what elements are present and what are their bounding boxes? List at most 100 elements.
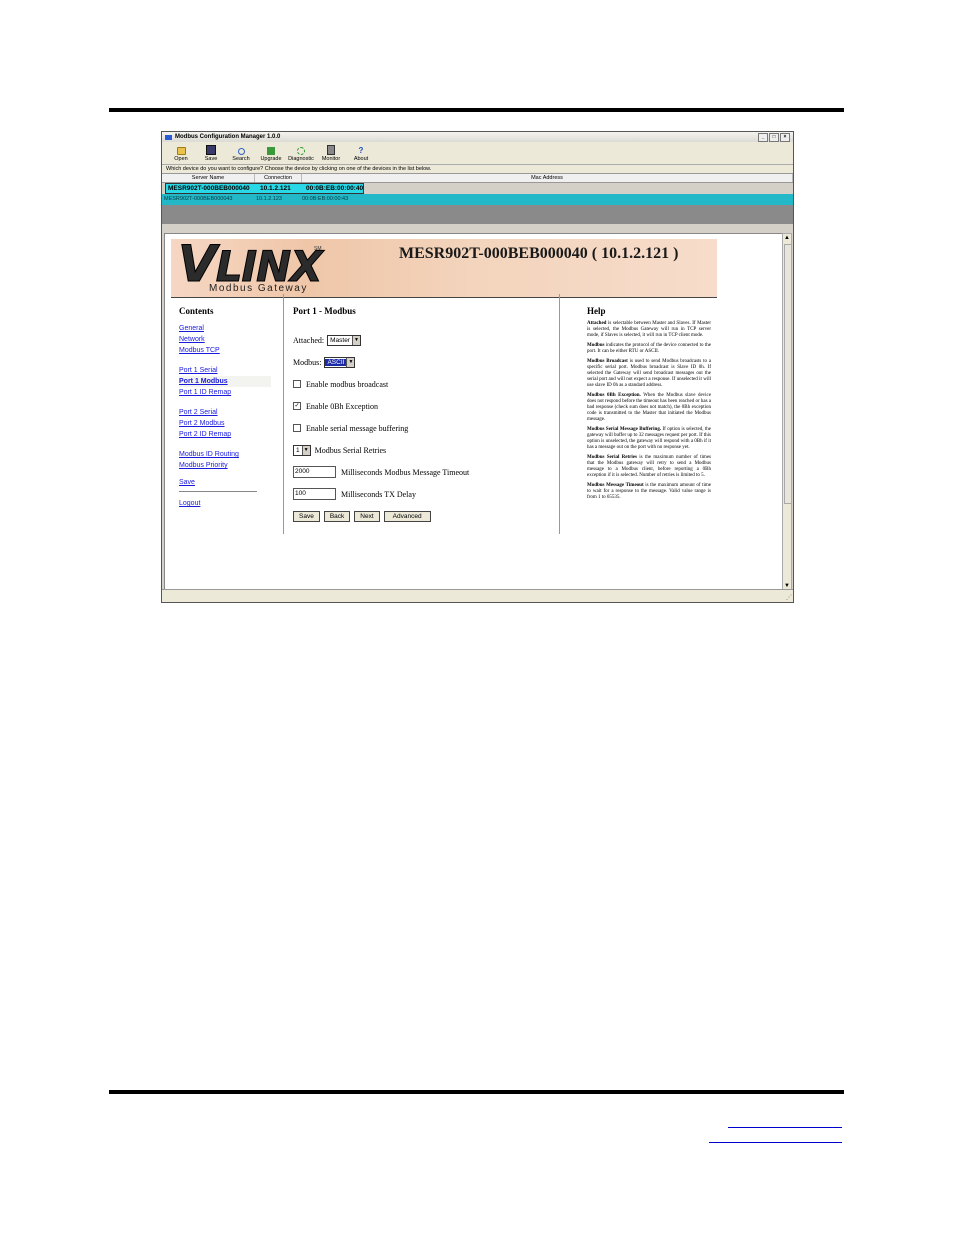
diagnostic-button[interactable]: Diagnostic <box>286 147 316 164</box>
buffering-checkbox[interactable] <box>293 424 301 432</box>
contents-heading: Contents <box>179 306 214 316</box>
nav-port2-serial[interactable]: Port 2 Serial <box>179 407 271 418</box>
contents-nav: Contents General Network Modbus TCP Port… <box>179 306 271 509</box>
chevron-down-icon: ▼ <box>351 335 360 345</box>
column-server-name[interactable]: Server Name <box>162 174 255 182</box>
diagnostic-label: Diagnostic <box>288 156 314 162</box>
form-buttons: Save Back Next Advanced <box>293 511 553 522</box>
device-name: MESR902T-000BEB000040 <box>168 185 250 192</box>
help-buffering: Modbus Serial Message Buffering. If opti… <box>587 427 712 450</box>
upgrade-label: Upgrade <box>260 156 282 162</box>
advanced-button[interactable]: Advanced <box>383 511 431 522</box>
timeout-input[interactable]: 2000 <box>293 466 336 478</box>
upgrade-button[interactable]: Upgrade <box>256 147 286 164</box>
device-table-header: Server Name Connection Mac Address <box>162 173 793 183</box>
modbus-select[interactable]: ASCII ▼ <box>324 356 356 368</box>
column-mac-address[interactable]: Mac Address <box>302 174 793 182</box>
open-button[interactable]: Open <box>166 147 196 164</box>
help-timeout: Modbus Message Timeout is the maximum am… <box>587 483 711 500</box>
save-toolbar-button[interactable]: Save <box>196 145 226 164</box>
nav-port2-modbus[interactable]: Port 2 Modbus <box>179 418 271 429</box>
device-name: MESR902T-000BEB000043 <box>164 196 233 202</box>
scroll-up-icon[interactable]: ▲ <box>783 234 791 242</box>
help-attached: Attached is selectable between Master an… <box>587 321 711 338</box>
title-bar: Modbus Configuration Manager 1.0.0 _ □ × <box>162 132 793 142</box>
open-label: Open <box>174 156 188 162</box>
maximize-button[interactable]: □ <box>769 132 779 142</box>
save-button[interactable]: Save <box>293 511 320 522</box>
device-connection: 10.1.2.121 <box>260 185 291 192</box>
scroll-thumb[interactable] <box>784 244 792 504</box>
top-rule <box>109 108 844 112</box>
chevron-down-icon: ▼ <box>301 445 310 455</box>
retries-label: Modbus Serial Retries <box>314 445 387 455</box>
folder-icon <box>176 147 186 155</box>
attached-select[interactable]: Master ▼ <box>327 334 361 346</box>
upgrade-icon <box>267 147 275 155</box>
back-button[interactable]: Back <box>323 511 351 522</box>
resize-grip-icon[interactable]: ⋰ <box>786 594 792 601</box>
nav-save[interactable]: Save <box>179 477 271 488</box>
toolbar: Open Save Search Upgrade Diagnostic Moni… <box>162 142 793 165</box>
save-label: Save <box>204 156 218 162</box>
minimize-button[interactable]: _ <box>758 132 768 142</box>
footer-link[interactable] <box>728 1127 842 1128</box>
nav-port1-modbus[interactable]: Port 1 Modbus <box>179 376 271 387</box>
nav-port1-serial[interactable]: Port 1 Serial <box>179 365 271 376</box>
form-heading: Port 1 - Modbus <box>293 306 356 316</box>
device-mac: 00:0B:EB:00:00:40 <box>306 185 364 192</box>
device-prompt: Which device do you want to configure? C… <box>162 165 793 173</box>
modbus-label: Modbus: <box>293 357 322 367</box>
logo-subtitle: Modbus Gateway <box>209 283 308 294</box>
timeout-label: Milliseconds Modbus Message Timeout <box>341 467 470 477</box>
nav-port1-id-remap[interactable]: Port 1 ID Remap <box>179 387 271 398</box>
device-list-empty-area <box>162 205 793 224</box>
search-button[interactable]: Search <box>226 148 256 164</box>
column-divider <box>283 294 284 534</box>
disk-icon <box>206 145 216 155</box>
monitor-label: Monitor <box>321 156 341 162</box>
buffering-label: Enable serial message buffering <box>306 423 409 433</box>
antenna-icon <box>297 147 305 155</box>
broadcast-checkbox[interactable] <box>293 380 301 388</box>
help-retries: Modbus Serial Retries is the maximum num… <box>587 455 711 478</box>
port1-modbus-form: Port 1 - Modbus Attached: Master ▼ Modbus… <box>293 306 553 522</box>
device-connection: 10.1.2.123 <box>256 196 282 202</box>
attached-value: Master <box>330 336 350 344</box>
about-button[interactable]: ? About <box>346 147 376 164</box>
txdelay-label: Milliseconds TX Delay <box>341 489 416 499</box>
browser-pane: VLINX SM Modbus Gateway MESR902T-000BEB0… <box>164 233 784 593</box>
device-row[interactable]: MESR902T-000BEB000043 10.1.2.123 00:0B:E… <box>162 194 793 205</box>
chevron-down-icon: ▼ <box>346 357 355 367</box>
nav-modbus-id-routing[interactable]: Modbus ID Routing <box>179 449 271 460</box>
exception-label: Enable 0Bh Exception <box>306 401 378 411</box>
column-divider <box>559 294 560 534</box>
footer-link[interactable] <box>709 1142 842 1143</box>
nav-modbus-tcp[interactable]: Modbus TCP <box>179 345 271 356</box>
help-broadcast: Modbus Broadcast is used to send Modbus … <box>587 359 711 388</box>
retries-select[interactable]: 1 ▼ <box>293 444 311 456</box>
device-row-selected[interactable]: MESR902T-000BEB000040 10.1.2.121 00:0B:E… <box>165 183 365 194</box>
nav-network[interactable]: Network <box>179 334 271 345</box>
nav-port2-id-remap[interactable]: Port 2 ID Remap <box>179 429 271 440</box>
retries-value: 1 <box>296 446 300 454</box>
nav-general[interactable]: General <box>179 323 271 334</box>
help-exception: Modbus 0Bh Exception. When the Modbus sl… <box>587 393 711 422</box>
nav-modbus-priority[interactable]: Modbus Priority <box>179 460 271 471</box>
txdelay-input[interactable]: 100 <box>293 488 336 500</box>
help-modbus: Modbus indicates the protocol of the dev… <box>587 343 711 354</box>
nav-divider <box>179 491 257 492</box>
nav-logout[interactable]: Logout <box>179 498 271 509</box>
about-label: About <box>353 156 369 162</box>
monitor-button[interactable]: Monitor <box>316 145 346 164</box>
broadcast-label: Enable modbus broadcast <box>306 379 389 389</box>
column-connection[interactable]: Connection <box>255 174 302 182</box>
exception-checkbox[interactable]: ✓ <box>293 402 301 410</box>
monitor-icon <box>327 145 335 155</box>
question-icon: ? <box>358 146 364 155</box>
vertical-scrollbar[interactable]: ▲ ▼ <box>782 233 792 591</box>
next-button[interactable]: Next <box>354 511 380 522</box>
vlinx-banner: VLINX SM Modbus Gateway MESR902T-000BEB0… <box>171 239 717 298</box>
close-button[interactable]: × <box>780 132 790 142</box>
device-title: MESR902T-000BEB000040 ( 10.1.2.121 ) <box>399 245 679 262</box>
